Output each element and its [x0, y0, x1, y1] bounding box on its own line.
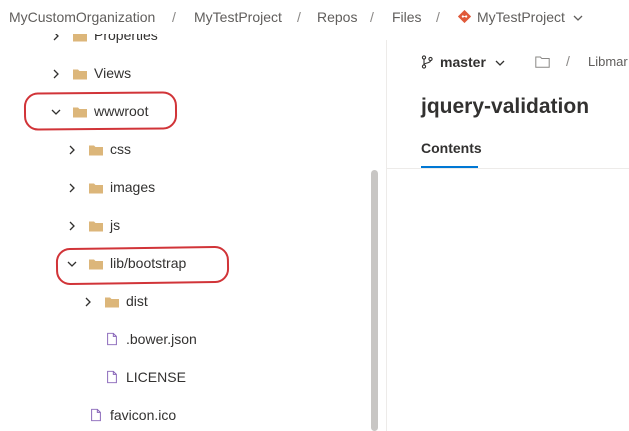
folder-icon [89, 183, 103, 194]
breadcrumb-separator: / [370, 9, 374, 25]
tree-item-label: Properties [94, 34, 158, 43]
file-icon [107, 332, 117, 346]
git-repo-icon [458, 10, 471, 23]
chevron-down-icon[interactable] [572, 12, 584, 24]
path-breadcrumb-item[interactable]: Libmar [588, 54, 628, 69]
tree-item-label: css [110, 141, 131, 157]
breadcrumb-organization[interactable]: MyCustomOrganization [9, 9, 155, 25]
chevron-right-icon[interactable] [66, 182, 78, 194]
chevron-right-icon[interactable] [66, 144, 78, 156]
highlight-oval [55, 245, 230, 286]
tree-scrollbar[interactable] [371, 170, 378, 431]
folder-icon [73, 34, 87, 42]
chevron-right-icon[interactable] [50, 68, 62, 80]
tree-item-views[interactable]: Views [0, 64, 380, 84]
chevron-right-icon[interactable] [82, 296, 94, 308]
breadcrumb-separator: / [172, 9, 176, 25]
tree-item-dist[interactable]: dist [0, 292, 380, 312]
breadcrumb-repos[interactable]: Repos [317, 9, 357, 25]
tabs-divider [387, 168, 629, 169]
branch-name: master [440, 54, 486, 70]
tree-item-css[interactable]: css [0, 140, 380, 160]
tree-item-label: images [110, 179, 156, 195]
file-tree: Properties Views wwwroot css images js l… [0, 34, 386, 431]
chevron-right-icon[interactable] [66, 220, 78, 232]
folder-icon [89, 145, 103, 156]
file-icon [107, 370, 117, 384]
branch-icon [421, 55, 433, 69]
tree-item-properties[interactable]: Properties [0, 34, 380, 46]
breadcrumb-project[interactable]: MyTestProject [194, 9, 282, 25]
breadcrumb: MyCustomOrganization / MyTestProject / R… [0, 0, 629, 34]
tree-item-images[interactable]: images [0, 178, 380, 198]
folder-outline-icon[interactable] [535, 56, 550, 68]
panel-divider [386, 40, 387, 431]
folder-icon [89, 221, 103, 232]
folder-icon [73, 69, 87, 80]
tree-item-label: favicon.ico [110, 407, 177, 423]
folder-icon [105, 297, 119, 308]
breadcrumb-files[interactable]: Files [392, 9, 422, 25]
tab-contents[interactable]: Contents [421, 140, 482, 156]
chevron-down-icon[interactable] [494, 57, 506, 69]
breadcrumb-separator: / [436, 9, 440, 25]
tree-item-label: js [110, 217, 121, 233]
page-title: jquery-validation [421, 95, 590, 118]
tree-item-favicon[interactable]: favicon.ico [0, 406, 380, 426]
breadcrumb-repository[interactable]: MyTestProject [477, 9, 565, 25]
tree-item-license[interactable]: LICENSE [0, 368, 380, 388]
tree-item-label: LICENSE [126, 369, 186, 385]
tree-item-label: Views [94, 65, 132, 81]
chevron-right-icon[interactable] [50, 34, 62, 42]
path-separator: / [566, 53, 570, 69]
tree-item-label: .bower.json [126, 331, 197, 347]
tree-item-js[interactable]: js [0, 216, 380, 236]
breadcrumb-separator: / [297, 9, 301, 25]
file-icon [91, 408, 101, 422]
tree-item-bower-json[interactable]: .bower.json [0, 330, 380, 350]
highlight-oval [23, 91, 178, 131]
tree-item-label: dist [126, 293, 148, 309]
